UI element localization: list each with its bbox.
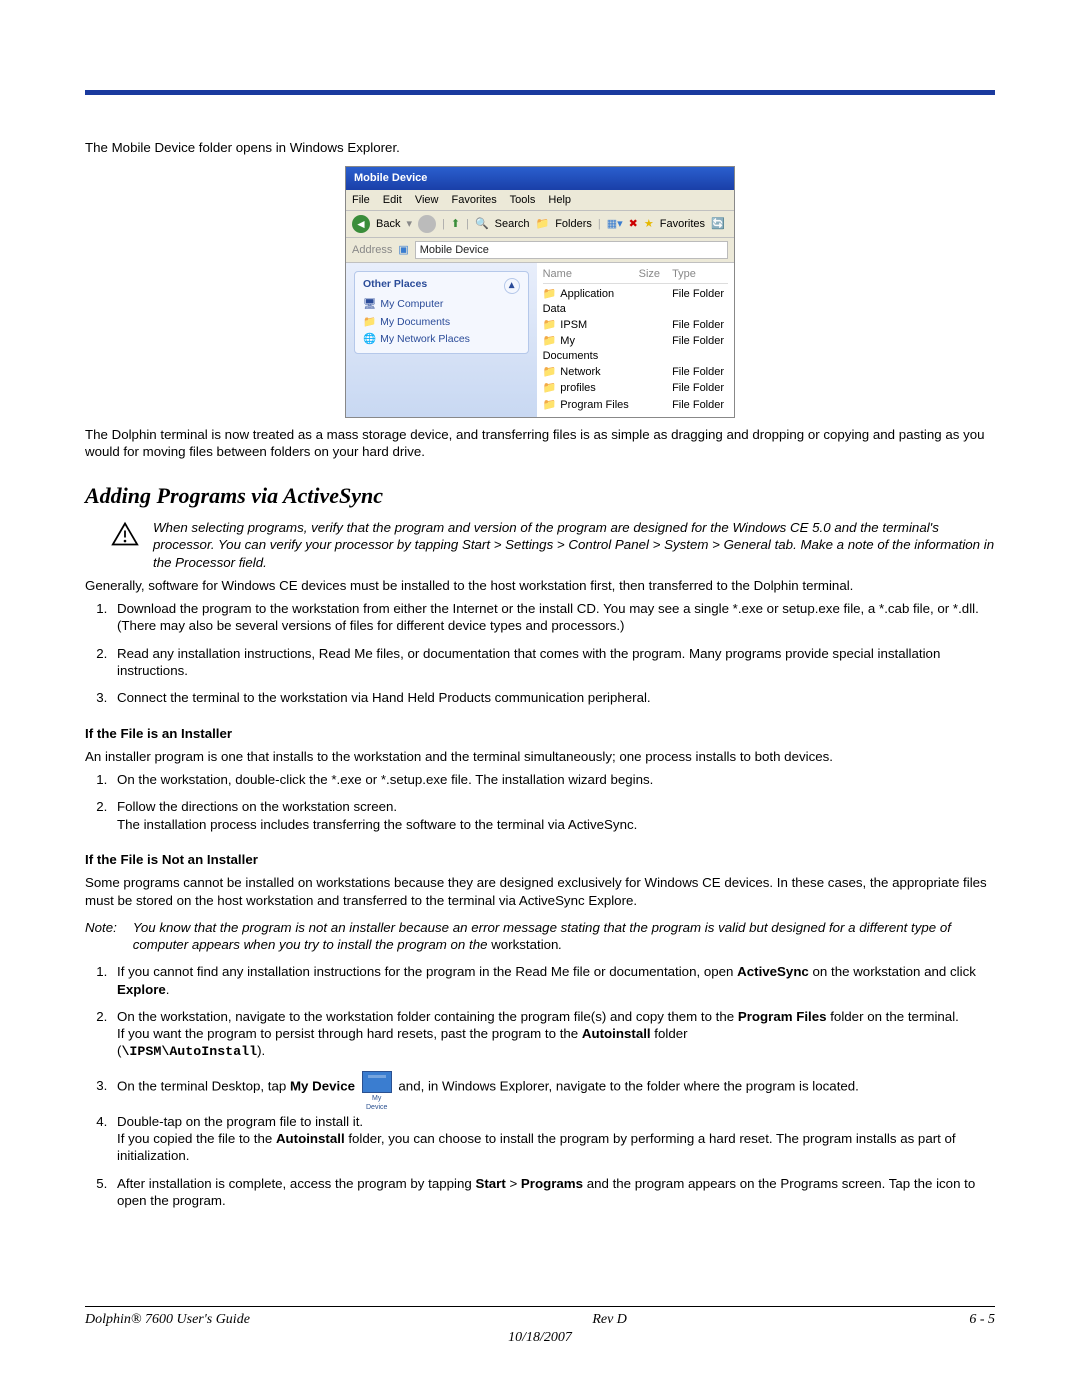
other-places-header: Other Places: [363, 278, 427, 294]
file-row[interactable]: 📁profilesFile Folder: [543, 380, 728, 396]
menu-help[interactable]: Help: [548, 194, 571, 206]
subheading-installer: If the File is an Installer: [85, 725, 995, 742]
footer-date: 10/18/2007: [85, 1329, 995, 1347]
steps-a: Download the program to the workstation …: [85, 600, 995, 706]
side-my-network[interactable]: 🌐My Network Places: [363, 333, 520, 347]
side-my-computer[interactable]: 🖥My Computer: [363, 298, 520, 312]
menu-favorites[interactable]: Favorites: [452, 194, 497, 206]
favorites-button[interactable]: Favorites: [660, 217, 705, 231]
delete-icon[interactable]: ✖: [629, 217, 638, 231]
views-icon[interactable]: ▦▾: [607, 217, 623, 231]
page-footer: Dolphin® 7600 User's Guide Rev D 6 - 5 1…: [85, 1306, 995, 1347]
after-screenshot-para: The Dolphin terminal is now treated as a…: [85, 426, 995, 461]
file-row[interactable]: 📁Program FilesFile Folder: [543, 397, 728, 413]
intro-para: The Mobile Device folder opens in Window…: [85, 139, 995, 156]
col-name[interactable]: Name: [543, 267, 633, 281]
file-row[interactable]: 📁My DocumentsFile Folder: [543, 333, 728, 364]
step-c5: After installation is complete, access t…: [111, 1175, 995, 1210]
step-a3: Connect the terminal to the workstation …: [111, 689, 995, 706]
sync-icon[interactable]: 🔄: [711, 217, 725, 231]
note-block: Note: You know that the program is not a…: [85, 919, 995, 954]
menu-edit[interactable]: Edit: [383, 194, 402, 206]
menu-file[interactable]: File: [352, 194, 370, 206]
warning-text: When selecting programs, verify that the…: [153, 519, 995, 571]
note-label: Note:: [85, 919, 129, 936]
favorites-icon[interactable]: ★: [644, 217, 654, 231]
steps-c: If you cannot find any installation inst…: [85, 963, 995, 1209]
generally-para: Generally, software for Windows CE devic…: [85, 577, 995, 594]
step-a1: Download the program to the workstation …: [111, 600, 995, 635]
device-icon: ▣: [398, 243, 408, 257]
file-row[interactable]: 📁NetworkFile Folder: [543, 364, 728, 380]
address-bar: Address ▣ Mobile Device: [346, 238, 734, 263]
side-my-documents[interactable]: 📁My Documents: [363, 316, 520, 330]
footer-right: 6 - 5: [969, 1311, 995, 1329]
folders-button[interactable]: Folders: [555, 217, 592, 231]
address-field[interactable]: Mobile Device: [415, 241, 728, 259]
footer-center: Rev D: [250, 1311, 969, 1329]
window-title: Mobile Device: [346, 167, 734, 189]
back-icon[interactable]: ◄: [352, 215, 370, 233]
address-label: Address: [352, 243, 392, 257]
search-icon[interactable]: 🔍: [475, 217, 489, 231]
collapse-icon[interactable]: ▴: [504, 278, 520, 294]
file-row[interactable]: 📁Application DataFile Folder: [543, 286, 728, 317]
file-row[interactable]: 📁IPSMFile Folder: [543, 317, 728, 333]
header-rule: [85, 90, 995, 95]
menu-bar[interactable]: File Edit View Favorites Tools Help: [346, 190, 734, 211]
step-b1: On the workstation, double-click the *.e…: [111, 771, 995, 788]
steps-b: On the workstation, double-click the *.e…: [85, 771, 995, 833]
tasks-pane: Other Places ▴ 🖥My Computer 📁My Document…: [346, 263, 537, 417]
step-a2: Read any installation instructions, Read…: [111, 645, 995, 680]
file-list: Name Size Type 📁Application DataFile Fol…: [537, 263, 734, 417]
my-device-icon: My Device: [361, 1071, 393, 1103]
footer-left: Dolphin® 7600 User's Guide: [85, 1311, 250, 1329]
warning-block: When selecting programs, verify that the…: [111, 519, 995, 571]
col-size[interactable]: Size: [632, 267, 672, 281]
step-c2: On the workstation, navigate to the work…: [111, 1008, 995, 1061]
search-button[interactable]: Search: [495, 217, 530, 231]
step-c3: On the terminal Desktop, tap My Device M…: [111, 1071, 995, 1103]
section-heading: Adding Programs via ActiveSync: [85, 482, 995, 511]
step-c4: Double-tap on the program file to instal…: [111, 1113, 995, 1165]
sub2-text: Some programs cannot be installed on wor…: [85, 874, 995, 909]
toolbar: ◄ Back ▾ | ⬆ | 🔍 Search 📁 Folders | ▦▾ ✖…: [346, 211, 734, 238]
step-b2: Follow the directions on the workstation…: [111, 798, 995, 833]
col-type[interactable]: Type: [672, 267, 728, 281]
menu-view[interactable]: View: [415, 194, 439, 206]
subheading-not-installer: If the File is Not an Installer: [85, 851, 995, 868]
menu-tools[interactable]: Tools: [510, 194, 536, 206]
warning-icon: [111, 521, 139, 547]
back-button[interactable]: Back: [376, 217, 400, 231]
forward-icon[interactable]: [418, 215, 436, 233]
up-icon[interactable]: ⬆: [451, 217, 460, 231]
folders-icon[interactable]: 📁: [536, 217, 550, 231]
explorer-screenshot: Mobile Device File Edit View Favorites T…: [345, 166, 735, 418]
step-c1: If you cannot find any installation inst…: [111, 963, 995, 998]
sub1-text: An installer program is one that install…: [85, 748, 995, 765]
